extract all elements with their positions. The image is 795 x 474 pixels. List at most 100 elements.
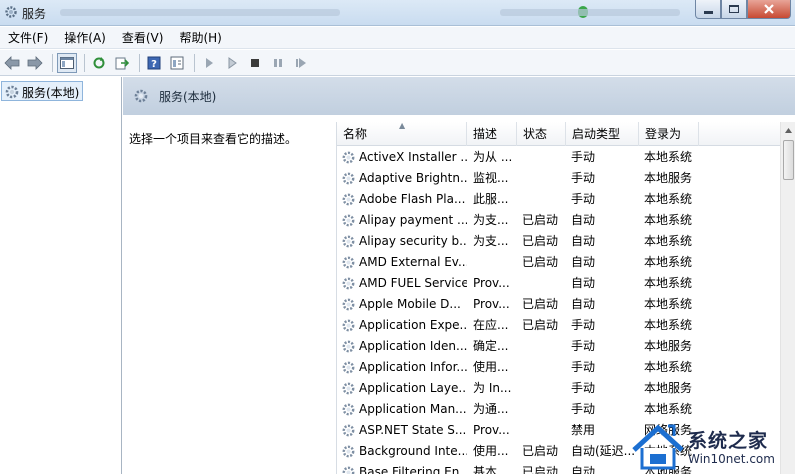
toolbar-separator [84, 53, 85, 72]
cell-log-on-as: 本地系统 [644, 234, 693, 248]
column-header-description[interactable]: 描述 [467, 122, 517, 146]
services-gear-icon [133, 88, 149, 107]
restart-icon [296, 57, 306, 68]
back-button[interactable] [2, 53, 22, 73]
cell-status [522, 273, 566, 294]
table-row[interactable]: Adobe Flash Pla... 此服... 手动 本地系统 [337, 189, 781, 210]
table-row[interactable]: Application Iden... 确定... 手动 本地服务 [337, 336, 781, 357]
table-row[interactable]: Adaptive Brightn... 监视... 手动 本地服务 [337, 168, 781, 189]
service-gear-icon [341, 192, 356, 210]
cell-name: ASP.NET State S... [359, 423, 467, 437]
cell-status [522, 420, 566, 441]
window-title: 服务 [22, 7, 47, 21]
panel-header: 服务(本地) [123, 77, 795, 115]
cell-name: Adobe Flash Pla... [359, 192, 466, 206]
cell-status [522, 399, 566, 420]
cell-name: Application Expe... [359, 318, 467, 332]
maximize-button[interactable] [721, 0, 747, 19]
cell-status: 已启动 [522, 255, 559, 269]
cell-name: Alipay security b... [359, 234, 467, 248]
cell-description: 使用... [473, 360, 509, 374]
service-gear-icon [341, 297, 356, 315]
column-header-startup-type[interactable]: 启动类型 [566, 122, 639, 146]
toolbar-separator [139, 53, 140, 72]
cell-description: Prov... [473, 276, 510, 290]
cell-description: 确定... [473, 339, 509, 353]
menu-file[interactable]: 文件(F) [2, 27, 54, 48]
table-row[interactable]: AMD External Ev... 已启动 自动 本地系统 [337, 252, 781, 273]
cell-description: 在应... [473, 318, 509, 332]
table-row[interactable]: Alipay security b... 为支... 已启动 自动 本地系统 [337, 231, 781, 252]
cell-status [522, 147, 566, 168]
table-row[interactable]: Application Infor... 使用... 手动 本地系统 [337, 357, 781, 378]
table-row[interactable]: AMD FUEL Service Prov... 自动 本地系统 [337, 273, 781, 294]
cell-name: Apple Mobile D... [359, 297, 461, 311]
cell-description: Prov... [473, 423, 510, 437]
minimize-button[interactable] [695, 0, 721, 19]
start-service-alt-button[interactable] [222, 53, 242, 73]
table-row[interactable]: Apple Mobile D... Prov... 已启动 自动 本地系统 [337, 294, 781, 315]
cell-log-on-as: 本地系统 [644, 360, 693, 374]
cell-log-on-as: 本地服务 [644, 171, 693, 185]
cell-name: Background Inte... [359, 444, 467, 458]
service-gear-icon [341, 402, 356, 420]
cell-description: 为支... [473, 213, 509, 227]
cell-description: 此服... [473, 192, 509, 206]
column-header-name[interactable]: ▲ 名称 [337, 122, 467, 146]
service-gear-icon [341, 318, 356, 336]
service-gear-icon [341, 360, 356, 378]
cell-description: 使用... [473, 444, 509, 458]
export-list-button[interactable] [112, 53, 132, 73]
cell-status: 已启动 [522, 234, 559, 248]
menu-view[interactable]: 查看(V) [116, 27, 170, 48]
menu-help[interactable]: 帮助(H) [173, 27, 227, 48]
cell-status [522, 336, 566, 357]
scroll-thumb[interactable] [783, 140, 794, 180]
table-row[interactable]: Application Man... 为通... 手动 本地系统 [337, 399, 781, 420]
refresh-button[interactable] [89, 53, 109, 73]
window-controls [695, 0, 791, 20]
service-gear-icon [341, 276, 356, 294]
console-tree: 服务(本地) [0, 77, 122, 474]
table-row[interactable]: Application Laye... 为 In... 手动 本地服务 [337, 378, 781, 399]
table-row[interactable]: ActiveX Installer ... 为从 ... 手动 本地系统 [337, 147, 781, 168]
table-row[interactable]: Alipay payment ... 为支... 已启动 自动 本地系统 [337, 210, 781, 231]
restart-service-button[interactable] [291, 53, 311, 73]
help-button[interactable]: ? [144, 53, 164, 73]
menu-bar: 文件(F) 操作(A) 查看(V) 帮助(H) [0, 27, 795, 49]
column-header-log-on-as[interactable]: 登录为 [639, 122, 699, 146]
properties-button[interactable] [167, 53, 187, 73]
properties-icon [170, 56, 184, 69]
cell-startup-type: 自动 [571, 255, 596, 269]
service-gear-icon [341, 255, 356, 273]
start-service-button[interactable] [199, 53, 219, 73]
close-button[interactable] [747, 0, 791, 19]
show-hide-console-tree-button[interactable] [57, 52, 77, 73]
scroll-up-button[interactable] [781, 122, 795, 138]
cell-startup-type: 自动 [571, 276, 596, 290]
cell-name: AMD FUEL Service [359, 276, 467, 290]
cell-name: Application Infor... [359, 360, 467, 374]
cell-status: 已启动 [522, 213, 559, 227]
forward-button[interactable] [25, 53, 45, 73]
panel-title: 服务(本地) [159, 90, 217, 104]
cell-name: Alipay payment ... [359, 213, 467, 227]
cell-startup-type: 自动 [571, 297, 596, 311]
cell-name: Adaptive Brightn... [359, 171, 467, 185]
toolbar: ? [0, 50, 795, 76]
refresh-icon [93, 56, 105, 68]
stop-service-button[interactable] [245, 53, 265, 73]
pause-service-button[interactable] [268, 53, 288, 73]
play-icon [206, 57, 213, 68]
back-arrow-icon [4, 55, 20, 70]
cell-status: 已启动 [522, 297, 559, 311]
cell-status: 已启动 [522, 465, 559, 474]
cell-description: 基本... [473, 465, 509, 474]
tree-node-services-local[interactable]: 服务(本地) [1, 81, 84, 101]
cell-description: 为 In... [473, 381, 512, 395]
menu-action[interactable]: 操作(A) [58, 27, 112, 48]
table-row[interactable]: Application Expe... 在应... 已启动 手动 本地系统 [337, 315, 781, 336]
description-text: 选择一个项目来查看它的描述。 [129, 132, 298, 146]
column-header-status[interactable]: 状态 [517, 122, 566, 146]
cell-startup-type: 手动 [571, 402, 596, 416]
